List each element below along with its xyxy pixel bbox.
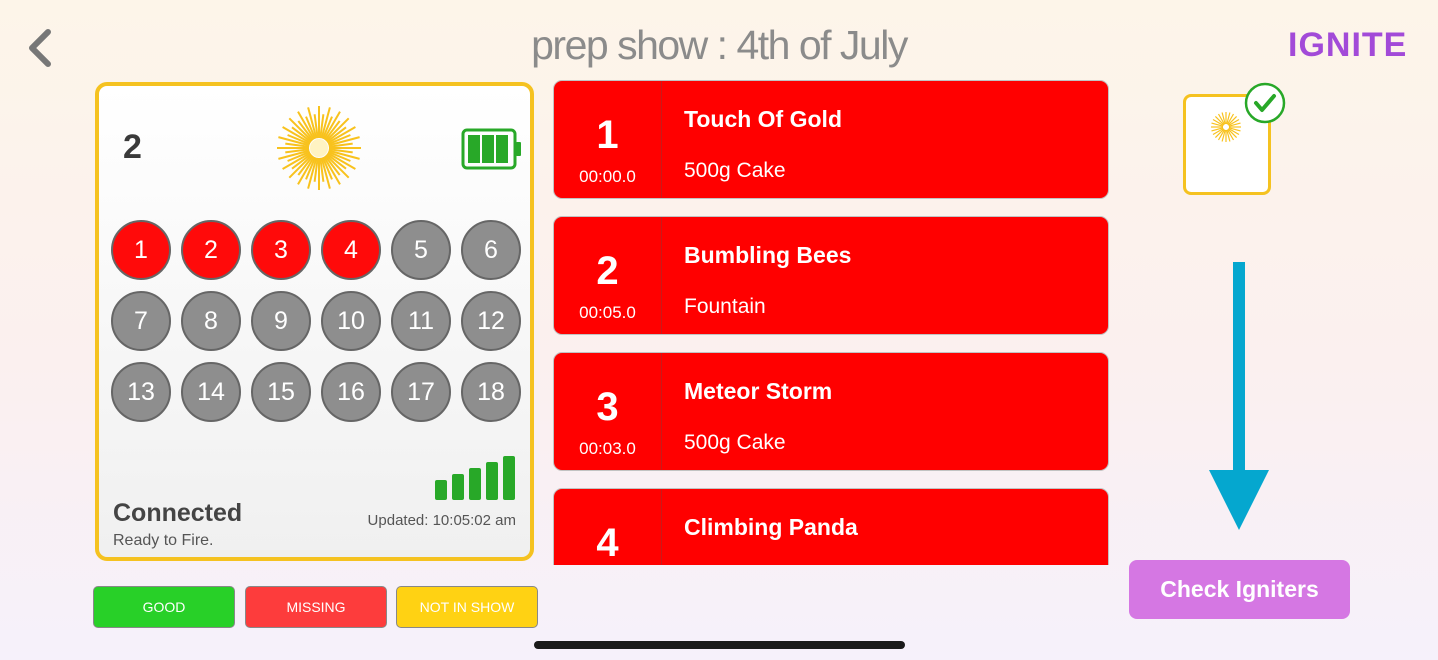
- module-card[interactable]: 2 1 2 3 4 5 6 7 8 9 10 11 12 13 14 15 16 17 18 Connected …: [95, 82, 534, 561]
- cue-row-name: Climbing Panda: [684, 514, 858, 540]
- cue-row-number: 4: [596, 521, 619, 565]
- cue-row-number: 1: [596, 113, 619, 157]
- sunburst-icon: [1211, 112, 1241, 142]
- cue-button[interactable]: 1: [111, 220, 171, 280]
- cue-button[interactable]: 8: [181, 291, 241, 351]
- cue-button[interactable]: 16: [321, 362, 381, 422]
- connection-status: Connected: [113, 499, 243, 527]
- cue-row-number: 3: [596, 385, 619, 429]
- cue-row-divider: [661, 217, 662, 334]
- cue-row-number: 2: [596, 249, 619, 293]
- cue-button[interactable]: 3: [251, 220, 311, 280]
- cue-button[interactable]: 4: [321, 220, 381, 280]
- cue-row-type: 500g Cake: [684, 431, 786, 454]
- cue-row[interactable]: 1 00:00.0 Touch Of Gold 500g Cake: [553, 80, 1109, 199]
- module-number: 2: [123, 128, 142, 166]
- cue-row-time: 00:00.0: [579, 167, 636, 186]
- cue-button[interactable]: 10: [321, 291, 381, 351]
- legend-not-in-show: NOT IN SHOW: [396, 586, 538, 628]
- ignite-logo: IGNITE: [1288, 26, 1408, 64]
- cue-row[interactable]: 4 Climbing Panda: [553, 488, 1109, 565]
- page-title: prep show : 4th of July: [531, 22, 908, 68]
- check-igniters-button[interactable]: Check Igniters: [1129, 560, 1350, 619]
- battery-full-icon: [461, 128, 521, 170]
- cue-row-type: Fountain: [684, 295, 766, 318]
- cue-row-divider: [661, 489, 662, 565]
- cue-button[interactable]: 2: [181, 220, 241, 280]
- legend-missing: MISSING: [245, 586, 387, 628]
- cue-button[interactable]: 13: [111, 362, 171, 422]
- cue-button[interactable]: 15: [251, 362, 311, 422]
- signal-strength-icon: [435, 456, 515, 500]
- cue-button[interactable]: 12: [461, 291, 521, 351]
- home-indicator: [534, 641, 905, 649]
- cue-row-type: 500g Cake: [684, 159, 786, 182]
- cue-row-divider: [661, 353, 662, 470]
- cue-button[interactable]: 17: [391, 362, 451, 422]
- cue-row-name: Bumbling Bees: [684, 242, 852, 268]
- cue-list[interactable]: 1 00:00.0 Touch Of Gold 500g Cake 2 00:05.0 Bu…: [553, 80, 1110, 565]
- arrow-down-icon: [1209, 262, 1269, 530]
- cue-button[interactable]: 9: [251, 291, 311, 351]
- cue-button[interactable]: 11: [391, 291, 451, 351]
- cue-row[interactable]: 3 00:03.0 Meteor Storm 500g Cake: [553, 352, 1109, 471]
- sunburst-icon: [277, 106, 361, 190]
- cue-button[interactable]: 14: [181, 362, 241, 422]
- updated-timestamp: Updated: 10:05:02 am: [367, 512, 516, 529]
- legend-good: GOOD: [93, 586, 235, 628]
- cue-button[interactable]: 7: [111, 291, 171, 351]
- cue-button[interactable]: 6: [461, 220, 521, 280]
- cue-row-time: 00:05.0: [579, 303, 636, 322]
- check-circle-icon: [1244, 82, 1286, 124]
- cue-button[interactable]: 5: [391, 220, 451, 280]
- cue-row-divider: [661, 81, 662, 198]
- cue-row-name: Meteor Storm: [684, 378, 833, 404]
- cue-row-time: 00:03.0: [579, 439, 636, 458]
- cue-row-name: Touch Of Gold: [684, 106, 842, 132]
- ready-status: Ready to Fire.: [113, 532, 214, 549]
- cue-row[interactable]: 2 00:05.0 Bumbling Bees Fountain: [553, 216, 1109, 335]
- cue-button[interactable]: 18: [461, 362, 521, 422]
